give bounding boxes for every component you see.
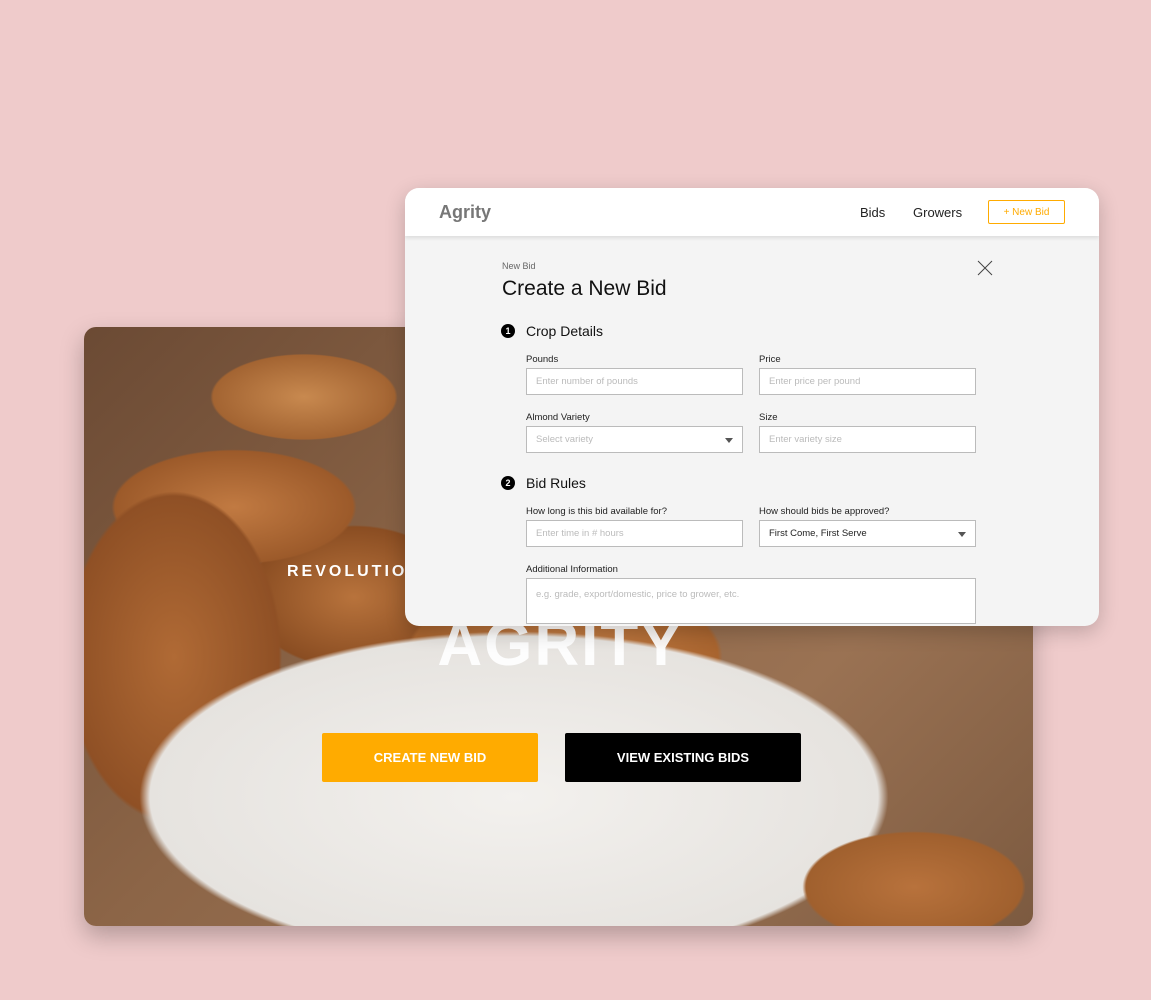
- variety-placeholder: Select variety: [536, 434, 594, 445]
- section-title: Bid Rules: [526, 475, 586, 491]
- page-title: Create a New Bid: [502, 277, 667, 300]
- price-input[interactable]: Enter price per pound: [759, 368, 976, 395]
- variety-select[interactable]: Select variety: [526, 426, 743, 453]
- close-icon[interactable]: [977, 260, 993, 276]
- duration-label: How long is this bid available for?: [526, 506, 667, 517]
- new-bid-window: Agrity Bids Growers + New Bid New Bid Cr…: [405, 188, 1099, 626]
- section-bid-rules: 2 Bid Rules: [501, 475, 586, 491]
- size-label: Size: [759, 412, 778, 423]
- approval-value: First Come, First Serve: [769, 528, 867, 539]
- top-nav: Agrity Bids Growers + New Bid: [405, 188, 1099, 236]
- step-number: 2: [501, 476, 515, 490]
- variety-label: Almond Variety: [526, 412, 590, 423]
- section-title: Crop Details: [526, 323, 604, 339]
- chevron-down-icon: [725, 438, 733, 443]
- view-existing-bids-button[interactable]: VIEW EXISTING BIDS: [565, 733, 801, 782]
- section-crop-details: 1 Crop Details: [501, 323, 603, 339]
- additional-info-label: Additional Information: [526, 564, 618, 575]
- new-bid-button[interactable]: + New Bid: [988, 200, 1065, 224]
- chevron-down-icon: [958, 532, 966, 537]
- price-label: Price: [759, 354, 781, 365]
- nav-link-bids[interactable]: Bids: [860, 205, 885, 220]
- size-input[interactable]: Enter variety size: [759, 426, 976, 453]
- pounds-input[interactable]: Enter number of pounds: [526, 368, 743, 395]
- duration-input[interactable]: Enter time in # hours: [526, 520, 743, 547]
- step-number: 1: [501, 324, 515, 338]
- approval-select[interactable]: First Come, First Serve: [759, 520, 976, 547]
- pounds-label: Pounds: [526, 354, 559, 365]
- hero-tagline: REVOLUTIO: [287, 563, 408, 580]
- create-new-bid-button[interactable]: CREATE NEW BID: [322, 733, 538, 782]
- nav-link-growers[interactable]: Growers: [913, 205, 962, 220]
- approval-label: How should bids be approved?: [759, 506, 890, 517]
- additional-info-textarea[interactable]: e.g. grade, export/domestic, price to gr…: [526, 578, 976, 624]
- breadcrumb: New Bid: [502, 261, 536, 271]
- logo[interactable]: Agrity: [439, 202, 491, 223]
